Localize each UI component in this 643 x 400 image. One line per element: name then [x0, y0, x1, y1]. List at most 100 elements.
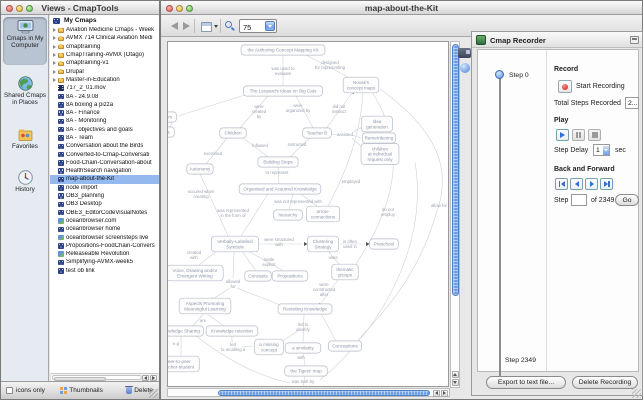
- map-titlebar[interactable]: map-about-the-Kit: [161, 1, 642, 15]
- last-step-button[interactable]: [600, 178, 613, 190]
- list-item[interactable]: Drupal: [50, 67, 159, 75]
- go-button[interactable]: Go: [615, 194, 639, 206]
- map-node-label: generation: [366, 124, 388, 129]
- list-item[interactable]: Aviation Medicine Cmaps - Week: [50, 26, 159, 34]
- scroll-right-button[interactable]: [441, 390, 448, 397]
- scrollbar-thumb[interactable]: [452, 44, 459, 296]
- list-item[interactable]: Converted-to-Cmap-Conversati: [50, 150, 159, 158]
- views-titlebar[interactable]: Views - CmapTools: [1, 1, 159, 15]
- list-item[interactable]: 8A - Team: [50, 134, 159, 142]
- list-item[interactable]: OB3_planning: [50, 192, 159, 200]
- sidebar-item-label: Favorites: [3, 143, 47, 150]
- list-item[interactable]: 8A - Monitoring: [50, 117, 159, 125]
- list-item[interactable]: Propositions-FoodChain-Convers: [50, 242, 159, 250]
- list-item[interactable]: map-about-the-Kit: [50, 175, 159, 183]
- map-node-label: children: [372, 146, 389, 151]
- list-item[interactable]: Food-Chain-Conversation-about: [50, 159, 159, 167]
- dropdown-button[interactable]: [603, 146, 609, 155]
- concept-map-canvas[interactable]: was used toevaluatedesignedfor represent…: [167, 41, 449, 387]
- list-item[interactable]: 8A - 24.9.08: [50, 92, 159, 100]
- export-text-button[interactable]: Export to text file...: [486, 376, 566, 389]
- views-sidebar: Cmaps in My Computer Shared Cmaps in Pla…: [1, 15, 49, 381]
- first-step-button[interactable]: [555, 178, 568, 190]
- disclosure-triangle-icon[interactable]: [53, 78, 56, 82]
- concept-map[interactable]: was used toevaluatedesignedfor represent…: [168, 42, 449, 387]
- icons-only-checkbox[interactable]: [6, 387, 13, 394]
- disclosure-triangle-icon[interactable]: [53, 28, 56, 32]
- list-item[interactable]: 8A boxing a pizza: [50, 101, 159, 109]
- back-arrow-button[interactable]: [171, 22, 178, 30]
- disclosure-triangle-icon[interactable]: [53, 36, 56, 40]
- step-back-button[interactable]: [570, 178, 583, 190]
- of-total-label: of 2349: [591, 197, 614, 204]
- list-item[interactable]: Conversation about the Birds: [50, 142, 159, 150]
- step-forward-button[interactable]: [585, 178, 598, 190]
- timeline-slider-handle[interactable]: [495, 70, 504, 79]
- scrollbar-thumb[interactable]: [218, 390, 430, 396]
- map-node-label: the Tigers' map: [290, 369, 322, 374]
- map-vertical-scrollbar[interactable]: [450, 41, 460, 388]
- list-item[interactable]: 8A - objectives and goals: [50, 126, 159, 134]
- forward-arrow-button[interactable]: [183, 22, 190, 30]
- list-item[interactable]: AVMX 714 Clinical Aviation Medi: [50, 34, 159, 42]
- start-recording-button[interactable]: [558, 80, 572, 93]
- list-root[interactable]: My Cmaps: [50, 15, 159, 26]
- sidebar-item-history[interactable]: History: [3, 167, 47, 197]
- step-number-input[interactable]: [571, 194, 587, 206]
- list-horizontal-scrollbar[interactable]: [51, 373, 158, 381]
- views-window: Views - CmapTools Cmaps in My Computer: [0, 0, 160, 400]
- resize-grip[interactable]: [149, 389, 158, 398]
- list-item[interactable]: 8A - Finance: [50, 109, 159, 117]
- list-item-label: 8A - Monitoring: [66, 118, 106, 124]
- zoom-level-combobox[interactable]: 75: [239, 19, 277, 33]
- list-item-label: 8A - Finance: [66, 110, 100, 116]
- scroll-up-button[interactable]: [452, 371, 459, 378]
- list-item[interactable]: Simplifying-AVMX-week5: [50, 258, 159, 266]
- list-item[interactable]: oceanbrowser home: [50, 225, 159, 233]
- delete-recording-button[interactable]: Delete Recording: [572, 376, 638, 389]
- list-item[interactable]: CmapTraining-AVMX (Otago): [50, 51, 159, 59]
- scrollbar-track[interactable]: [52, 375, 142, 380]
- scroll-left-button[interactable]: [433, 390, 440, 397]
- list-item[interactable]: oceanbrowser.com: [50, 217, 159, 225]
- stop-button[interactable]: [588, 129, 601, 141]
- disclosure-triangle-icon[interactable]: [53, 70, 56, 74]
- resize-grip[interactable]: [632, 389, 641, 398]
- list-item[interactable]: OBE3_EditorCodeVisualNotes: [50, 209, 159, 217]
- cmap-icon: [58, 177, 65, 183]
- delete-button[interactable]: Delete: [118, 387, 153, 394]
- sidebar-item-cmaps-in-my-computer[interactable]: Cmaps in My Computer: [3, 17, 47, 65]
- list-item[interactable]: node import: [50, 184, 159, 192]
- map-node-label: Emergent Writing: [177, 273, 213, 278]
- disclosure-triangle-icon[interactable]: [53, 45, 56, 49]
- map-node-label: groups: [338, 272, 353, 277]
- scroll-down-button[interactable]: [452, 379, 459, 386]
- list-item[interactable]: Master-in-Education: [50, 76, 159, 84]
- zoom-dropdown-button[interactable]: [265, 21, 275, 31]
- list-item[interactable]: OB3 Desktop: [50, 200, 159, 208]
- thumbnails-button[interactable]: Thumbnails: [60, 387, 103, 394]
- sidebar-item-shared-cmaps[interactable]: Shared Cmaps in Places: [3, 73, 47, 115]
- list-item[interactable]: 717_2_01.mov: [50, 84, 159, 92]
- list-item[interactable]: test ob link: [50, 267, 159, 275]
- list-item[interactable]: oceanbrowser screensteps live: [50, 233, 159, 241]
- timeline-track[interactable]: [499, 77, 501, 382]
- list-item[interactable]: HealthSearch navigation: [50, 167, 159, 175]
- disclosure-triangle-icon[interactable]: [53, 53, 56, 57]
- collapse-panel-button[interactable]: [630, 36, 639, 44]
- pause-button[interactable]: [572, 129, 585, 141]
- disclosure-triangle-icon[interactable]: [53, 61, 56, 65]
- recorder-camera-icon[interactable]: [458, 48, 471, 58]
- list-item[interactable]: Releaseable Revolution: [50, 250, 159, 258]
- presentation-sphere-icon[interactable]: [460, 63, 470, 73]
- sidebar-item-favorites[interactable]: Favorites: [3, 125, 47, 155]
- list-item[interactable]: cmaptraining: [50, 43, 159, 51]
- recorder-header[interactable]: Cmap Recorder: [472, 32, 642, 48]
- style-palette-button[interactable]: [201, 20, 219, 33]
- cmap-list-pane: My Cmaps Aviation Medicine Cmaps - WeekA…: [50, 15, 159, 373]
- map-horizontal-scrollbar[interactable]: [167, 388, 450, 397]
- list-item[interactable]: cmaptraining-v1: [50, 59, 159, 67]
- step-delay-combobox[interactable]: 1: [593, 144, 610, 156]
- play-button[interactable]: [556, 129, 569, 141]
- map-node-label: Symbols: [226, 244, 244, 249]
